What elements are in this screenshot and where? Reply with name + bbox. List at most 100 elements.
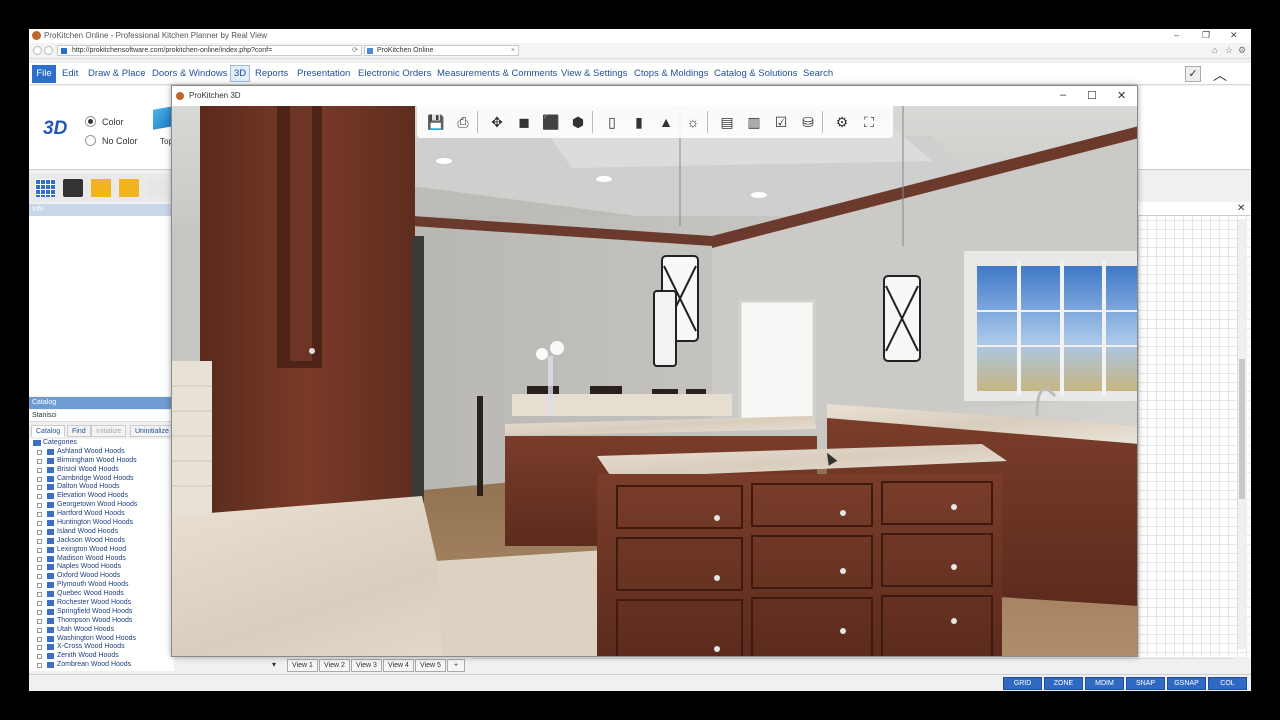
menu-doors-windows[interactable]: Doors & Windows [152,68,228,79]
menu-presentation[interactable]: Presentation [297,68,350,79]
scrollbar-thumb[interactable] [1239,359,1245,499]
catalog-list-item[interactable]: Huntington Wood Hoods [29,519,174,528]
menu-search[interactable]: Search [803,68,833,79]
menu-view-settings[interactable]: View & Settings [561,68,627,79]
cabinet-icon[interactable]: ▤ [718,113,736,131]
expand-icon[interactable] [37,458,42,464]
ribbon-pin-checkbox[interactable]: ✓ [1185,66,1201,82]
catalog-list-item[interactable]: Plymouth Wood Hoods [29,581,174,590]
home-icon[interactable]: ⌂ [1212,45,1217,55]
gear-icon[interactable]: ⚙ [833,113,851,131]
menu-ctops-moldings[interactable]: Ctops & Moldings [634,68,708,79]
catalog-list-item[interactable]: Oxford Wood Hoods [29,572,174,581]
tab-view-1[interactable]: View 1 [287,659,318,672]
catalog-list-item[interactable]: Georgetown Wood Hoods [29,501,174,510]
expand-icon[interactable] [37,645,42,651]
minimize-icon[interactable]: – [1174,30,1179,40]
address-bar[interactable]: http://prokitchensoftware.com/prokitchen… [57,45,362,56]
open-recent-folder-icon[interactable] [119,179,139,197]
catalog-list-item[interactable]: Ashland Wood Hoods [29,448,174,457]
3d-window-title-bar[interactable]: ProKitchen 3D – ☐ ✕ [172,86,1137,106]
catalog-list-item[interactable]: Springfield Wood Hoods [29,608,174,617]
mdim-toggle-button[interactable]: MDIM [1085,677,1124,690]
tree-root-categories[interactable]: Categories [29,439,174,448]
top-view-cube-icon[interactable] [153,106,173,130]
grid-toggle-button[interactable]: GRID [1003,677,1042,690]
close-icon[interactable]: ✕ [1117,89,1126,102]
catalog-list-item[interactable]: Quebec Wood Hoods [29,590,174,599]
catalog-list-item[interactable]: Jackson Wood Hoods [29,537,174,546]
menu-file[interactable]: File [32,65,56,83]
chevron-up-icon[interactable]: ︿ [1213,65,1227,85]
horizontal-scrollbar[interactable] [472,658,1234,672]
expand-icon[interactable] [37,565,42,571]
catalog-list-item[interactable]: Island Wood Hoods [29,528,174,537]
catalog-list-item[interactable]: Rochester Wood Hoods [29,599,174,608]
tab-uninitialize[interactable]: Uninitialize [130,425,174,437]
expand-icon[interactable] [37,574,42,580]
close-icon[interactable]: ✕ [1237,203,1245,214]
no-color-radio[interactable] [85,135,96,146]
expand-icon[interactable] [37,592,42,598]
catalog-list-item[interactable]: Bristol Wood Hoods [29,466,174,475]
expand-icon[interactable] [37,521,42,527]
save-icon[interactable]: 💾 [427,113,445,131]
sun-icon[interactable]: ☼ [684,113,702,131]
catalog-list-item[interactable]: Utah Wood Hoods [29,626,174,635]
tab-close-icon[interactable]: × [511,46,515,55]
catalog-list-item[interactable]: X-Cross Wood Hoods [29,643,174,652]
menu-electronic-orders[interactable]: Electronic Orders [358,68,431,79]
restore-icon[interactable]: ❐ [1202,30,1210,41]
expand-icon[interactable] [37,618,42,624]
tab-find[interactable]: Find [67,425,91,437]
expand-icon[interactable] [37,556,42,562]
open-folder-icon[interactable] [91,179,111,197]
star-icon[interactable]: ☆ [1225,45,1233,56]
catalog-list-item[interactable]: Naples Wood Hoods [29,563,174,572]
catalog-list-item[interactable]: Madison Wood Hoods [29,555,174,564]
wall-icon[interactable]: ▯ [603,113,621,131]
close-icon[interactable]: ✕ [1230,30,1238,41]
tab-view-5[interactable]: View 5 [415,659,446,672]
expand-icon[interactable] [37,547,42,553]
cylinder-icon[interactable]: ⛁ [799,113,817,131]
expand-icon[interactable] [37,449,42,455]
menu-measurements-comments[interactable]: Measurements & Comments [437,68,557,79]
new-grid-icon[interactable] [35,179,55,197]
gsnap-toggle-button[interactable]: GSNAP [1167,677,1206,690]
catalog-list-item[interactable]: Birmingham Wood Hoods [29,457,174,466]
move-icon[interactable]: ✥ [488,113,506,131]
catalog-list-item[interactable]: Zenith Wood Hoods [29,652,174,661]
expand-icon[interactable] [37,512,42,518]
tab-initialize[interactable]: Initialize [91,425,127,437]
menu-catalog-solutions[interactable]: Catalog & Solutions [714,68,797,79]
tab-catalog[interactable]: Catalog [31,425,66,437]
expand-icon[interactable] [37,627,42,633]
tab-view-4[interactable]: View 4 [383,659,414,672]
save-disk-icon[interactable] [63,179,83,197]
expand-icon[interactable] [37,494,42,500]
maximize-icon[interactable]: ☐ [1087,89,1097,102]
expand-icon[interactable] [37,636,42,642]
catalog-list-item[interactable]: Zombrean Wood Hoods [29,661,174,670]
menu-draw-place[interactable]: Draw & Place [88,68,146,79]
expand-icon[interactable] [37,538,42,544]
door-icon[interactable]: ▮ [630,113,648,131]
expand-icon[interactable] [37,663,42,669]
catalog-list-item[interactable]: Lexington Wood Hood [29,546,174,555]
check-icon[interactable]: ☑ [772,113,790,131]
snap-toggle-button[interactable]: SNAP [1126,677,1165,690]
cube-solid-icon[interactable]: ◼ [515,113,533,131]
cube-wire-icon[interactable]: ⬢ [569,113,587,131]
expand-icon[interactable] [37,485,42,491]
expand-icon[interactable] [37,601,42,607]
expand-icon[interactable] [37,609,42,615]
tab-view-3[interactable]: View 3 [351,659,382,672]
expand-icon[interactable] [37,503,42,509]
tab-view-2[interactable]: View 2 [319,659,350,672]
expand-icon[interactable] [37,467,42,473]
pointer-icon[interactable] [147,179,167,197]
floorplan-grid-panel[interactable] [1137,202,1251,657]
settings-gear-icon[interactable]: ⚙ [1238,45,1246,56]
minimize-icon[interactable]: – [1060,89,1066,101]
